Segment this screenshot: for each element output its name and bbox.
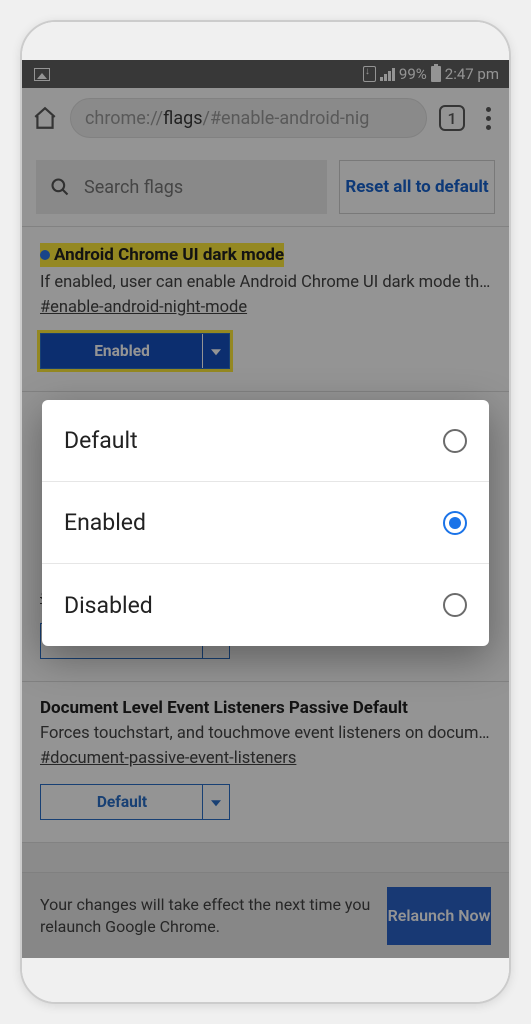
select-option-disabled[interactable]: Disabled	[42, 564, 489, 646]
select-option-default[interactable]: Default	[42, 400, 489, 482]
radio-checked-icon	[443, 511, 467, 535]
option-label: Default	[64, 427, 138, 454]
radio-icon	[443, 593, 467, 617]
select-dialog: Default Enabled Disabled	[42, 400, 489, 646]
option-label: Disabled	[64, 592, 153, 619]
option-label: Enabled	[64, 509, 146, 536]
device-frame: 99% 2:47 pm chrome://flags/#enable-andro…	[20, 20, 511, 1004]
select-option-enabled[interactable]: Enabled	[42, 482, 489, 564]
radio-icon	[443, 429, 467, 453]
bezel-bottom	[22, 958, 509, 1002]
bezel-top	[22, 22, 509, 60]
